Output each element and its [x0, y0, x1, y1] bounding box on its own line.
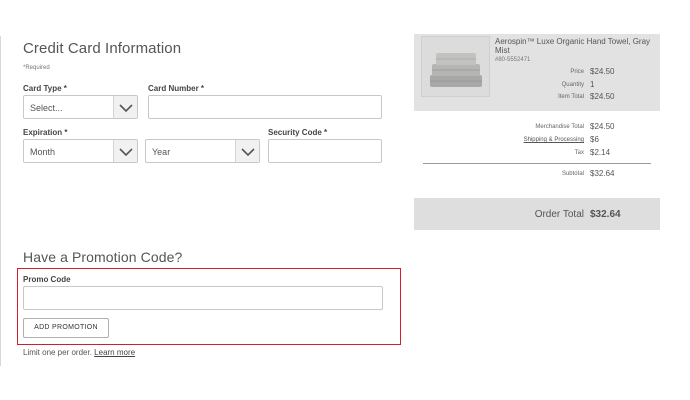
security-code-label: Security Code * [268, 128, 328, 137]
summary-divider [423, 163, 651, 164]
shipping-value: $6 [590, 135, 599, 144]
tax-label: Tax [574, 150, 584, 156]
credit-card-title: Credit Card Information [23, 40, 182, 57]
quantity-label: Quantity [561, 82, 584, 88]
order-total-value: $32.64 [590, 209, 621, 220]
card-number-label: Card Number * [148, 84, 205, 93]
expiration-label: Expiration * [23, 128, 68, 137]
chevron-down-icon [119, 104, 133, 113]
promo-limit-note: Limit one per order. Learn more [23, 348, 135, 357]
add-promotion-button[interactable]: ADD PROMOTION [23, 318, 109, 338]
subtotal-value: $32.64 [590, 169, 615, 178]
promo-code-input[interactable] [23, 286, 383, 310]
promotion-title: Have a Promotion Code? [23, 249, 183, 265]
towel-stack-image [422, 37, 489, 96]
card-type-dropdown-toggle[interactable] [113, 96, 137, 118]
year-dropdown-toggle[interactable] [235, 140, 259, 162]
quantity-value: 1 [590, 80, 595, 89]
item-total-value: $24.50 [590, 92, 615, 101]
promo-code-label: Promo Code [23, 275, 71, 284]
month-dropdown-toggle[interactable] [113, 140, 137, 162]
price-label: Price [570, 69, 584, 75]
card-type-select[interactable]: Select... [23, 95, 138, 119]
promo-limit-text: Limit one per order. [23, 348, 92, 357]
expiration-month-select[interactable]: Month [23, 139, 138, 163]
expiration-year-value: Year [152, 147, 171, 157]
item-total-label: Item Total [558, 94, 584, 100]
card-number-input[interactable] [148, 95, 382, 119]
security-code-input[interactable] [268, 139, 382, 163]
expiration-month-value: Month [30, 147, 56, 157]
expiration-year-select[interactable]: Year [145, 139, 260, 163]
product-thumbnail[interactable] [421, 36, 490, 97]
price-value: $24.50 [590, 67, 615, 76]
card-type-label: Card Type * [23, 84, 67, 93]
product-name[interactable]: Aerospin™ Luxe Organic Hand Towel, Gray … [495, 37, 660, 55]
chevron-down-icon [119, 148, 133, 157]
learn-more-link[interactable]: Learn more [94, 348, 135, 357]
tax-value: $2.14 [590, 148, 611, 157]
left-divider [0, 36, 1, 366]
subtotal-label: Subtotal [561, 171, 584, 177]
shipping-processing-link[interactable]: Shipping & Processing [500, 137, 584, 143]
chevron-down-icon [241, 148, 255, 157]
product-sku: #80-5552471 [495, 57, 531, 63]
card-type-value: Select... [30, 103, 63, 113]
merchandise-total-label: Merchandise Total [535, 124, 584, 130]
required-note: *Required [23, 65, 50, 71]
merchandise-total-value: $24.50 [590, 122, 615, 131]
order-total-label: Order Total [534, 209, 584, 220]
